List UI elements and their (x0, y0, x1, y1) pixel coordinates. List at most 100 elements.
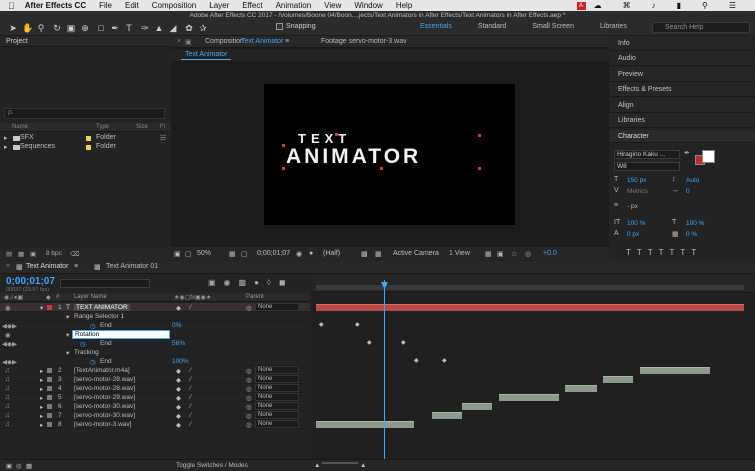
expand-arrow-icon[interactable]: ▾ (40, 304, 43, 312)
layer-row-7[interactable]: ♫ ▸ 7 [servo-motor-30.wav] ◆ ∕ ◎ None (0, 411, 310, 420)
timeline-tracks[interactable] (312, 294, 755, 459)
timeline-switches[interactable]: ▣◉▩●◊◼ (208, 278, 294, 287)
label-color[interactable] (47, 413, 52, 418)
panel-preview[interactable]: Preview (610, 67, 755, 82)
expand-arrow-icon[interactable]: ▸ (40, 385, 43, 393)
pickwhip-icon[interactable]: ◎ (246, 367, 252, 375)
menu-file[interactable]: File (99, 1, 112, 10)
speaker-icon[interactable]: ♫ (5, 421, 10, 428)
bpc-label[interactable]: 8 bpc (46, 250, 62, 257)
eraser-tool-icon[interactable]: ◢ (168, 23, 178, 33)
type-tool-icon[interactable]: T (124, 23, 134, 33)
timeline-link-icon[interactable]: ▣ (497, 250, 504, 258)
timeline-tab-active[interactable]: Text Animator (26, 263, 68, 270)
snapping-checkbox[interactable] (276, 23, 283, 30)
expand-arrow-icon[interactable]: ▾ (66, 331, 69, 339)
keyframe-nav-icon[interactable]: ◀◆▶ (2, 358, 17, 366)
panel-audio[interactable]: Audio (610, 51, 755, 66)
resolution-icon[interactable]: ▢ (241, 250, 248, 258)
timeline-zoom-slider[interactable] (322, 462, 358, 464)
stroke-width-value[interactable]: - px (627, 203, 638, 210)
layer-row-4[interactable]: ♫ ▸ 4 [servo-motor-28.wav] ◆ ∕ ◎ None (0, 384, 310, 393)
bounding-handle[interactable] (282, 167, 285, 170)
prop-tracking[interactable]: ▾ Tracking (0, 348, 310, 357)
rectangle-tool-icon[interactable]: □ (96, 23, 106, 33)
rename-input[interactable]: Rotation (72, 330, 170, 339)
leading-value[interactable]: Auto (686, 177, 699, 184)
zoom-out-icon[interactable]: ▲ (314, 462, 320, 469)
lock-icon[interactable]: ▣ (185, 38, 192, 46)
layer-bar-5[interactable] (499, 394, 559, 401)
layer-name[interactable]: [servo-motor-29.wav] (74, 394, 135, 401)
views-select[interactable]: 1 View (449, 250, 470, 257)
comp-subtab[interactable]: Text Animator (181, 50, 232, 60)
menu-animation[interactable]: Animation (276, 1, 312, 10)
eye-icon[interactable]: ◉ (5, 304, 11, 312)
menu-layer[interactable]: Layer (209, 1, 229, 10)
toggle-switches-modes[interactable]: Toggle Switches / Modes (176, 462, 248, 469)
close-icon[interactable]: × (6, 263, 10, 270)
in-out-icon[interactable]: ▦ (26, 462, 32, 470)
keyframe-icon[interactable]: ◆ (442, 357, 447, 364)
workspace-standard[interactable]: Standard (478, 23, 506, 30)
keyframe-nav-icon[interactable]: ◀◆▶ (2, 322, 17, 330)
comp-flowchart-icon[interactable]: ▣ (6, 462, 12, 470)
expand-arrow-icon[interactable]: ▸ (40, 412, 43, 420)
font-size-value[interactable]: 150 px (627, 177, 647, 184)
zoom-in-icon[interactable]: ▲ (360, 462, 366, 469)
pickwhip-icon[interactable]: ◎ (246, 304, 252, 312)
speaker-icon[interactable]: ♫ (5, 394, 10, 401)
new-folder-icon[interactable]: ▩ (18, 250, 24, 258)
battery-icon[interactable]: ▮ (677, 1, 681, 10)
keyframe-icon[interactable]: ◆ (367, 339, 372, 346)
selection-tool-icon[interactable]: ➤ (8, 23, 18, 33)
volume-icon[interactable]: ♪ (652, 1, 656, 10)
bounding-handle[interactable] (380, 167, 383, 170)
label-color[interactable] (47, 395, 52, 400)
shy-icon[interactable]: ◆ (176, 421, 181, 429)
current-time-indicator[interactable] (384, 280, 385, 459)
apple-menu-icon[interactable]:  (8, 1, 15, 11)
layer-bar-6[interactable] (462, 403, 492, 410)
bounding-handle[interactable] (478, 134, 481, 137)
workspace-libraries[interactable]: Libraries (600, 23, 627, 30)
label-color[interactable] (47, 377, 52, 382)
shy-icon[interactable]: ◆ (176, 304, 181, 312)
keyframe-nav-icon[interactable]: ◀◆▶ (2, 340, 17, 348)
panel-menu-icon[interactable]: ≡ (74, 263, 78, 270)
layer-name[interactable]: TEXT ANIMATOR (74, 304, 130, 311)
collapse-icon[interactable]: ∕ (190, 376, 191, 383)
wifi-icon[interactable]: ⌘ (623, 1, 631, 10)
layer-row-3[interactable]: ♫ ▸ 3 [servo-motor-28.wav] ◆ ∕ ◎ None (0, 375, 310, 384)
kerning-value[interactable]: Metrics (627, 188, 648, 195)
parent-header[interactable]: Parent (246, 294, 264, 300)
column-fr[interactable]: Fr (160, 124, 166, 130)
parent-select[interactable]: None (255, 420, 299, 428)
tsume-value[interactable]: 0 % (686, 231, 697, 238)
parent-select[interactable]: None (255, 411, 299, 419)
keyframe-icon[interactable]: ◆ (414, 357, 419, 364)
reset-exposure-icon[interactable]: ◎ (525, 250, 531, 258)
speaker-icon[interactable]: ♫ (5, 385, 10, 392)
project-search-input[interactable]: ρ. (4, 108, 165, 119)
menu-view[interactable]: View (324, 1, 341, 10)
collapse-icon[interactable]: ∕ (190, 385, 191, 392)
baseline-shift-value[interactable]: 0 px (627, 231, 639, 238)
pickwhip-icon[interactable]: ◎ (246, 394, 252, 402)
eyedropper-icon[interactable]: ✒ (684, 149, 690, 157)
workspace-essentials[interactable]: Essentials (420, 23, 452, 30)
layer-row-6[interactable]: ♫ ▸ 6 [servo-motor-30.wav] ◆ ∕ ◎ None (0, 402, 310, 411)
list-icon[interactable]: ☰ (729, 1, 736, 10)
layer-bar-8[interactable] (316, 421, 414, 428)
pan-behind-tool-icon[interactable]: ⊕ (80, 23, 90, 33)
timeline-tab-2[interactable]: Text Animator 01 (106, 263, 158, 270)
shy-icon[interactable]: ◆ (176, 412, 181, 420)
panel-menu-icon[interactable]: ≡ (285, 38, 289, 45)
adobe-cc-icon[interactable]: A (576, 1, 586, 10)
layer-name-header[interactable]: Layer Name (74, 294, 107, 300)
label-color[interactable] (47, 422, 52, 427)
transparency-grid-icon[interactable]: ▩ (361, 250, 368, 258)
camera-select[interactable]: Active Camera (393, 250, 439, 257)
menu-app[interactable]: After Effects CC (25, 1, 86, 10)
column-name[interactable]: Name (12, 124, 28, 130)
